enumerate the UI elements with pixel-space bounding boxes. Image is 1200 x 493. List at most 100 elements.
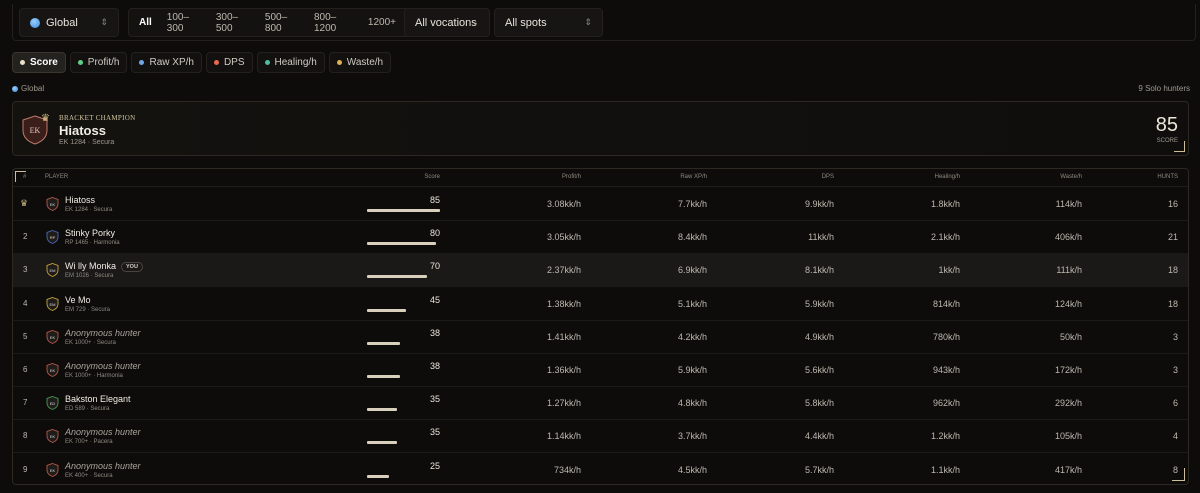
- player-name[interactable]: Anonymous hunter: [65, 427, 141, 437]
- player-sub: RP 1465 · Harmonia: [65, 240, 120, 247]
- score-bar: [367, 341, 400, 345]
- header-rawxp[interactable]: Raw XP/h: [680, 174, 707, 180]
- table-row[interactable]: 7 ED Bakston Elegant ED 589 · Secura 35 1.2…: [13, 386, 1188, 421]
- row-rank: 7: [23, 398, 28, 408]
- tab-dps[interactable]: DPS: [205, 52, 253, 73]
- cell-profit: 1.27kk/h: [546, 398, 581, 409]
- metric-tabs: Score Profit/h Raw XP/h DPS Healing/h Waste/h: [12, 52, 395, 73]
- row-rank: 4: [23, 298, 28, 308]
- player-name[interactable]: Ve Mo: [65, 295, 91, 305]
- cell-rawxp: 4.5kk/h: [677, 464, 707, 475]
- vocation-select-label: All vocations: [415, 16, 477, 29]
- metric-dot-icon: [20, 60, 25, 65]
- tab-healing-h[interactable]: Healing/h: [256, 52, 325, 73]
- cell-hunts: 3: [1172, 365, 1178, 375]
- corner-ornament: [1174, 141, 1185, 152]
- tab-score[interactable]: Score: [12, 52, 66, 73]
- table-row[interactable]: 8 EK Anonymous hunter EK 700+ · Pacera 35 1…: [13, 419, 1188, 454]
- vocation-select[interactable]: All vocations ⌄: [404, 8, 490, 37]
- cell-rawxp: 6.9kk/h: [677, 265, 707, 276]
- score-value: 85: [429, 195, 440, 205]
- score-value: 35: [429, 427, 440, 438]
- header-healing[interactable]: Healing/h: [935, 174, 960, 180]
- table-row[interactable]: 3 EM Wi lly Monka YOU EM 1026 · Secura 70 2.…: [13, 253, 1188, 288]
- header-hunts[interactable]: HUNTS: [1157, 174, 1178, 180]
- player-name-text: Anonymous hunter: [65, 427, 141, 438]
- crest-text: EK: [30, 126, 41, 135]
- cell-healing: 1.8kk/h: [930, 199, 960, 209]
- bracket-option[interactable]: 100–300: [161, 9, 207, 37]
- table-row[interactable]: 2 RP Stinky Porky RP 1465 · Harmonia 80 3.0…: [13, 220, 1188, 255]
- vocation-shield-text: EK: [50, 335, 56, 340]
- score-bar: [367, 474, 389, 478]
- globe-icon: [30, 17, 40, 28]
- cell-profit: 1.41kk/h: [546, 331, 581, 342]
- spot-select[interactable]: All spots ⇕: [494, 8, 603, 37]
- score-bar: [367, 408, 398, 412]
- champion-name[interactable]: Hiatoss: [59, 123, 106, 138]
- player-name[interactable]: Wi lly Monka YOU: [65, 261, 143, 273]
- you-badge: YOU: [121, 262, 143, 273]
- bracket-option[interactable]: 300–500: [210, 9, 256, 37]
- player-name[interactable]: Stinky Porky: [65, 228, 115, 238]
- spot-select-label: All spots: [505, 16, 547, 29]
- cell-waste: 124k/h: [1054, 298, 1082, 309]
- cell-waste: 417k/h: [1054, 464, 1082, 475]
- player-name[interactable]: Anonymous hunter: [65, 328, 141, 338]
- region-select[interactable]: Global ⇕: [19, 8, 119, 37]
- globe-icon: [12, 85, 18, 92]
- cell-profit: 1.36kk/h: [546, 365, 581, 375]
- player-name[interactable]: Bakston Elegant: [65, 394, 131, 404]
- score-value: 80: [429, 228, 440, 239]
- crown-icon: ♛: [20, 198, 29, 208]
- player-name-text: Anonymous hunter: [65, 327, 141, 338]
- player-sub: EK 1000+ · Secura: [65, 339, 116, 346]
- cell-hunts: 18: [1167, 298, 1178, 309]
- metric-dot-icon: [77, 60, 83, 65]
- tab-waste-h[interactable]: Waste/h: [328, 52, 392, 73]
- bracket-option[interactable]: 800–1200: [308, 9, 359, 37]
- cell-waste: 406k/h: [1054, 232, 1082, 243]
- cell-rawxp: 4.2kk/h: [677, 331, 707, 342]
- player-name[interactable]: Anonymous hunter: [65, 461, 141, 471]
- cell-healing: 1kk/h: [938, 265, 960, 276]
- table-row[interactable]: 6 EK Anonymous hunter EK 1000+ · Harmonia…: [13, 353, 1188, 387]
- cell-profit: 1.38kk/h: [546, 298, 581, 309]
- hunter-count: 9 Solo hunters: [1138, 84, 1190, 93]
- vocation-shield-text: EK: [50, 434, 56, 439]
- table-row[interactable]: ♛ EK Hiatoss EK 1284 · Secura 85 3.08kk/h 7.…: [13, 187, 1188, 221]
- cell-rawxp: 5.9kk/h: [677, 365, 707, 375]
- table-row[interactable]: 9 EK Anonymous hunter EK 400+ · Secura 25 7…: [13, 453, 1188, 484]
- table-row[interactable]: 4 EM Ve Mo EM 729 · Secura 45 1.38kk/h 5.1kk…: [13, 287, 1188, 321]
- player-name[interactable]: Hiatoss: [65, 195, 95, 205]
- player-name[interactable]: Anonymous hunter: [65, 361, 141, 371]
- score-bar: [367, 209, 441, 212]
- table-header: # PLAYER Score Profit/h Raw XP/h DPS Hea…: [13, 169, 1188, 187]
- cell-dps: 5.7kk/h: [804, 464, 834, 475]
- bracket-option[interactable]: All: [133, 14, 158, 31]
- bracket-option[interactable]: 500–800: [259, 9, 305, 37]
- header-score[interactable]: Score: [424, 174, 440, 180]
- score-bar: [367, 308, 406, 312]
- table-row[interactable]: 5 EK Anonymous hunter EK 1000+ · Secura 38…: [13, 320, 1188, 354]
- vocation-shield-text: ED: [50, 401, 56, 406]
- cell-hunts: 16: [1167, 199, 1178, 209]
- header-waste[interactable]: Waste/h: [1060, 174, 1082, 180]
- vocation-shield-text: EM: [50, 268, 56, 273]
- bracket-option[interactable]: 1200+: [362, 14, 402, 31]
- score-value: 35: [429, 394, 440, 405]
- vocation-shield-icon: EK: [46, 462, 59, 477]
- region-select-label: Global: [46, 16, 78, 29]
- player-name-text: Hiatoss: [65, 195, 96, 205]
- metric-dot-icon: [336, 60, 342, 65]
- player-name-text: Stinky Porky: [65, 228, 116, 239]
- header-profit[interactable]: Profit/h: [562, 174, 581, 180]
- vocation-shield-text: RP: [50, 235, 56, 240]
- tab-raw-xp-h[interactable]: Raw XP/h: [131, 52, 202, 73]
- bracket-filter: All 100–300 300–500 500–800 800–1200 1200+: [128, 8, 410, 37]
- scope-text: Global: [21, 84, 45, 93]
- tab-profit-h[interactable]: Profit/h: [69, 52, 128, 73]
- cell-dps: 8.1kk/h: [804, 265, 834, 276]
- header-dps[interactable]: DPS: [822, 174, 834, 180]
- vocation-shield-text: EK: [50, 202, 56, 207]
